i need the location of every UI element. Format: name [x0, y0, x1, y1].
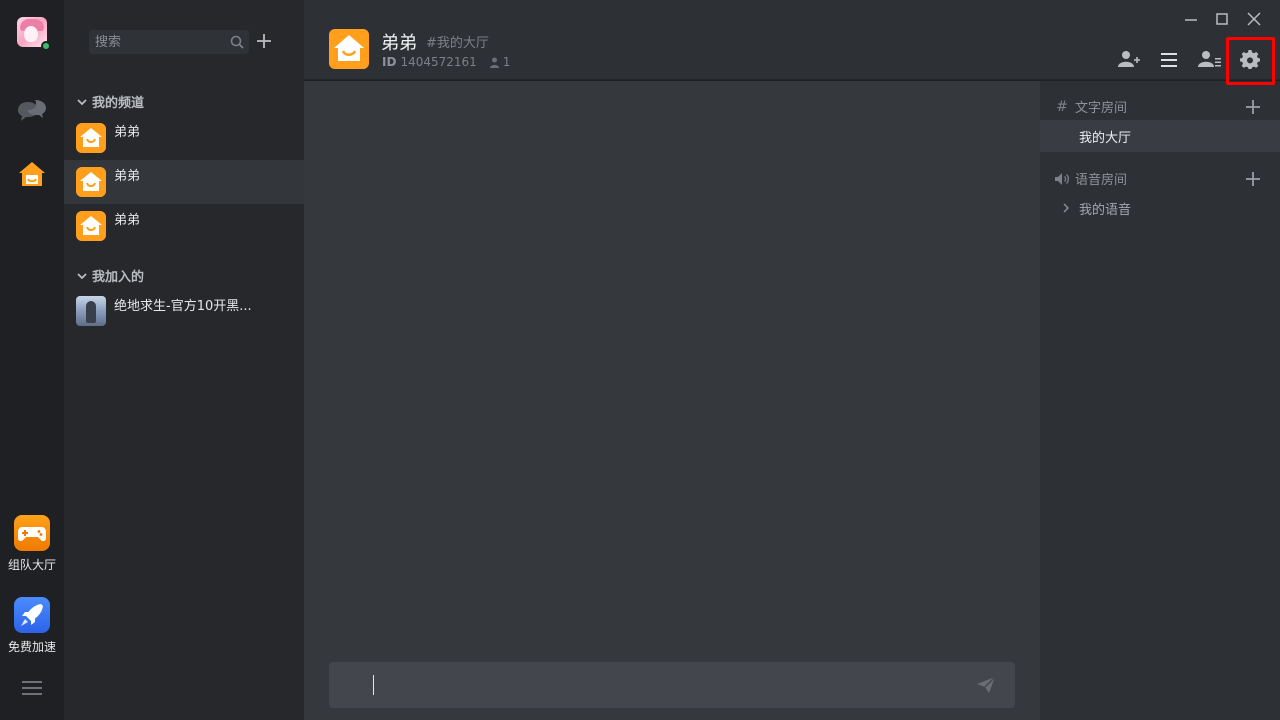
channel-list-panel: 我的频道 弟弟 弟弟 弟弟 [64, 0, 304, 720]
channel-name: 弟弟 [114, 125, 141, 140]
hamburger-menu-icon[interactable] [22, 681, 42, 695]
text-room-item[interactable]: 我的大厅 [1040, 120, 1280, 152]
chat-icon[interactable] [17, 98, 47, 124]
search-input[interactable] [95, 33, 225, 51]
channel-menu-button[interactable] [1157, 49, 1181, 71]
channel-home-icon[interactable] [17, 160, 47, 188]
channel-item-selected[interactable]: 弟弟 [64, 160, 304, 204]
current-room-name: #我的大厅 [426, 36, 489, 51]
text-rooms-header: # 文字房间 [1054, 97, 1128, 117]
channel-name: 绝地求生-官方10开黑... [114, 299, 252, 314]
add-user-icon [1118, 51, 1140, 67]
text-rooms-title: 文字房间 [1075, 101, 1128, 116]
channel-id-label: ID [382, 55, 397, 69]
add-voice-room-icon[interactable] [1244, 170, 1262, 188]
chevron-down-icon [77, 98, 87, 105]
chat-area [304, 81, 1040, 720]
team-hall-button[interactable] [14, 515, 50, 551]
channel-id-value: 1404572161 [400, 55, 477, 69]
voice-rooms-header: 语音房间 [1054, 169, 1127, 188]
channel-title: 弟弟 [381, 33, 417, 54]
menu-icon [1161, 53, 1177, 67]
left-rail: 组队大厅 免费加速 [0, 0, 64, 720]
voice-room-name: 我的语音 [1079, 203, 1132, 218]
text-cursor [373, 675, 374, 695]
close-icon[interactable] [1245, 10, 1263, 28]
my-channels-title: 我的频道 [92, 96, 145, 111]
free-boost-label[interactable]: 免费加速 [0, 638, 64, 655]
member-list-button[interactable] [1198, 49, 1222, 71]
hash-icon: # [1056, 98, 1068, 115]
channel-item[interactable]: 弟弟 [64, 204, 304, 248]
channel-meta: ID 1404572161 1 [382, 55, 510, 69]
my-channels-header[interactable]: 我的频道 [76, 92, 144, 111]
message-composer[interactable] [329, 662, 1015, 708]
search-box[interactable] [89, 30, 249, 54]
chevron-right-icon[interactable] [1060, 202, 1072, 214]
settings-highlight-box [1226, 37, 1275, 85]
channel-name: 弟弟 [114, 213, 141, 228]
add-text-room-icon[interactable] [1244, 98, 1262, 116]
voice-rooms-title: 语音房间 [1075, 173, 1128, 188]
speaker-icon [1055, 172, 1070, 185]
search-icon[interactable] [229, 34, 245, 50]
rooms-panel: # 文字房间 我的大厅 语音房间 我的语音 [1040, 81, 1280, 720]
send-icon[interactable] [975, 675, 997, 695]
text-room-name: 我的大厅 [1079, 131, 1132, 146]
online-status-dot [41, 41, 51, 51]
channel-house-icon [76, 167, 106, 197]
avatar-face [24, 26, 38, 42]
member-count: 1 [502, 55, 511, 69]
channel-item[interactable]: 绝地求生-官方10开黑... [64, 290, 304, 334]
voice-room-item[interactable]: 我的语音 [1040, 192, 1280, 224]
joined-channels-title: 我加入的 [92, 270, 145, 285]
maximize-icon[interactable] [1213, 10, 1231, 28]
message-input[interactable] [369, 674, 949, 696]
rocket-icon [21, 604, 43, 626]
channel-item[interactable]: 弟弟 [64, 116, 304, 160]
channel-house-icon [76, 211, 106, 241]
user-count-icon [489, 57, 499, 68]
channel-house-icon [329, 29, 369, 69]
channel-name: 弟弟 [114, 169, 141, 184]
team-hall-label[interactable]: 组队大厅 [0, 556, 64, 573]
game-channel-avatar [76, 296, 106, 326]
minimize-icon[interactable] [1182, 10, 1200, 28]
gamepad-icon [18, 527, 46, 542]
app-window: 组队大厅 免费加速 我 [0, 0, 1280, 720]
add-channel-icon[interactable] [254, 31, 274, 51]
invite-user-button[interactable] [1117, 49, 1141, 71]
channel-house-icon [76, 123, 106, 153]
chevron-down-icon [77, 272, 87, 279]
members-icon [1198, 51, 1221, 67]
joined-channels-header[interactable]: 我加入的 [76, 266, 144, 285]
free-boost-button[interactable] [14, 597, 50, 633]
